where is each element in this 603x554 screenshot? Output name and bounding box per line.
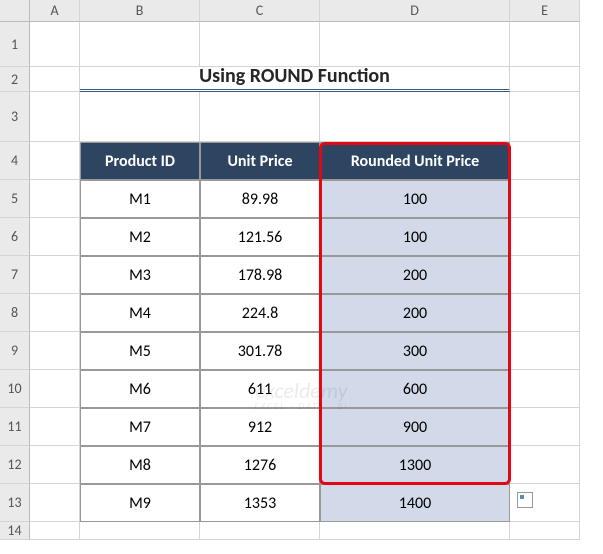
spreadsheet-grid: A B C D E 1 2 Using ROUND Function 3 4 P… [0,0,603,540]
table-cell-price[interactable]: 121.56 [200,218,320,256]
table-cell-rounded[interactable]: 600 [320,370,510,408]
cell-a14[interactable] [30,522,80,540]
cell-d3[interactable] [320,92,510,142]
cell-e10[interactable] [510,370,580,408]
table-cell-id[interactable]: M2 [80,218,200,256]
table-cell-price[interactable]: 611 [200,370,320,408]
table-cell-price[interactable]: 89.98 [200,180,320,218]
col-head-d[interactable]: D [320,0,510,22]
col-head-c[interactable]: C [200,0,320,22]
table-cell-rounded[interactable]: 1300 [320,446,510,484]
cell-a13[interactable] [30,484,80,522]
select-all-corner[interactable] [0,0,30,22]
row-head-1[interactable]: 1 [0,22,30,67]
row-head-2[interactable]: 2 [0,67,30,92]
cell-b3[interactable] [80,92,200,142]
table-cell-rounded[interactable]: 100 [320,180,510,218]
header-unit-price[interactable]: Unit Price [200,142,320,180]
table-cell-price[interactable]: 178.98 [200,256,320,294]
cell-c14[interactable] [200,522,320,540]
cell-a4[interactable] [30,142,80,180]
table-cell-rounded[interactable]: 100 [320,218,510,256]
table-cell-rounded[interactable]: 200 [320,256,510,294]
row-head-13[interactable]: 13 [0,484,30,522]
table-cell-price[interactable]: 912 [200,408,320,446]
table-cell-id[interactable]: M7 [80,408,200,446]
cell-a2[interactable] [30,67,80,92]
table-cell-rounded[interactable]: 900 [320,408,510,446]
row-head-7[interactable]: 7 [0,256,30,294]
row-head-12[interactable]: 12 [0,446,30,484]
row-head-11[interactable]: 11 [0,408,30,446]
cell-e8[interactable] [510,294,580,332]
row-head-4[interactable]: 4 [0,142,30,180]
cell-e7[interactable] [510,256,580,294]
table-cell-rounded[interactable]: 300 [320,332,510,370]
table-cell-id[interactable]: M8 [80,446,200,484]
row-head-14[interactable]: 14 [0,522,30,540]
row-head-3[interactable]: 3 [0,92,30,142]
cell-b14[interactable] [80,522,200,540]
cell-d14[interactable] [320,522,510,540]
cell-e14[interactable] [510,522,580,540]
col-head-a[interactable]: A [30,0,80,22]
cell-a7[interactable] [30,256,80,294]
row-head-10[interactable]: 10 [0,370,30,408]
cell-a9[interactable] [30,332,80,370]
cell-a11[interactable] [30,408,80,446]
cell-e12[interactable] [510,446,580,484]
table-cell-price[interactable]: 1276 [200,446,320,484]
cell-b1[interactable] [80,22,200,67]
cell-a6[interactable] [30,218,80,256]
row-head-8[interactable]: 8 [0,294,30,332]
cell-e11[interactable] [510,408,580,446]
row-head-6[interactable]: 6 [0,218,30,256]
table-cell-price[interactable]: 1353 [200,484,320,522]
table-cell-price[interactable]: 224.8 [200,294,320,332]
row-head-5[interactable]: 5 [0,180,30,218]
cell-c1[interactable] [200,22,320,67]
table-cell-id[interactable]: M3 [80,256,200,294]
table-cell-id[interactable]: M9 [80,484,200,522]
autofill-options-icon[interactable] [517,492,533,508]
cell-e3[interactable] [510,92,580,142]
table-cell-id[interactable]: M4 [80,294,200,332]
cell-e4[interactable] [510,142,580,180]
cell-e9[interactable] [510,332,580,370]
row-head-9[interactable]: 9 [0,332,30,370]
table-cell-rounded[interactable]: 1400 [320,484,510,522]
header-rounded[interactable]: Rounded Unit Price [320,142,510,180]
header-product-id[interactable]: Product ID [80,142,200,180]
cell-e5[interactable] [510,180,580,218]
cell-a12[interactable] [30,446,80,484]
table-cell-id[interactable]: M5 [80,332,200,370]
cell-e2[interactable] [510,67,580,92]
table-cell-id[interactable]: M6 [80,370,200,408]
cell-e6[interactable] [510,218,580,256]
table-cell-rounded[interactable]: 200 [320,294,510,332]
cell-a10[interactable] [30,370,80,408]
cell-a1[interactable] [30,22,80,67]
cell-a8[interactable] [30,294,80,332]
cell-c3[interactable] [200,92,320,142]
page-title[interactable]: Using ROUND Function [80,67,510,92]
cell-d1[interactable] [320,22,510,67]
table-cell-price[interactable]: 301.78 [200,332,320,370]
cell-a5[interactable] [30,180,80,218]
cell-e1[interactable] [510,22,580,67]
col-head-e[interactable]: E [510,0,580,22]
col-head-b[interactable]: B [80,0,200,22]
cell-a3[interactable] [30,92,80,142]
table-cell-id[interactable]: M1 [80,180,200,218]
